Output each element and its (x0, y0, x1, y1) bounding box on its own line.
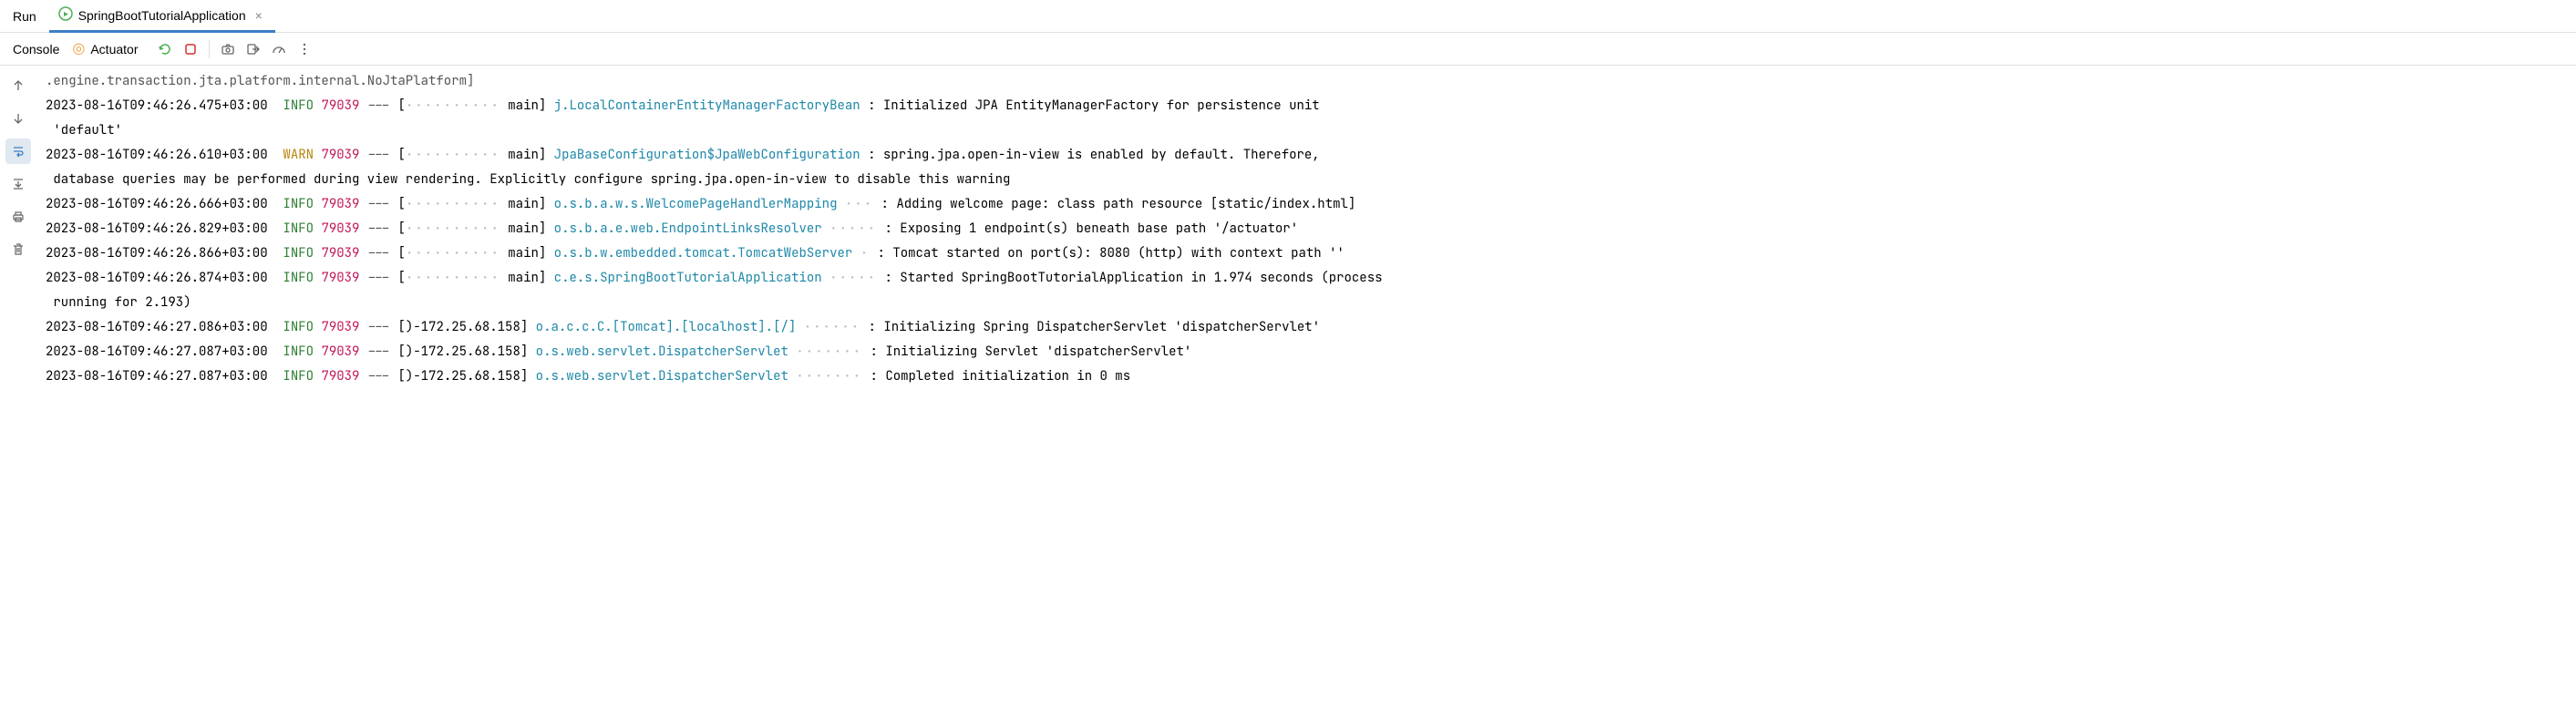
scroll-to-end-icon[interactable] (5, 171, 31, 197)
log-line: database queries may be performed during… (46, 168, 2567, 192)
console-tab[interactable]: Console (13, 42, 59, 56)
separator (209, 40, 210, 58)
stop-icon[interactable] (178, 36, 203, 62)
log-line: 2023-08-16T09:46:27.086+03:00 INFO 79039… (46, 315, 2567, 340)
actuator-icon: ◎ (72, 42, 85, 56)
up-arrow-icon[interactable] (5, 73, 31, 98)
close-icon[interactable]: × (252, 8, 266, 23)
toolbar: Console ◎ Actuator (0, 33, 2576, 66)
soft-wrap-icon[interactable] (5, 138, 31, 164)
log-line: 2023-08-16T09:46:27.087+03:00 INFO 79039… (46, 340, 2567, 364)
spring-boot-icon (58, 6, 73, 24)
run-tool-label: Run (0, 9, 49, 24)
more-icon[interactable] (292, 36, 317, 62)
tab-title: SpringBootTutorialApplication (78, 8, 246, 23)
log-line: running for 2.193) (46, 291, 2567, 315)
log-line: 2023-08-16T09:46:26.866+03:00 INFO 79039… (46, 241, 2567, 266)
print-icon[interactable] (5, 204, 31, 230)
rerun-icon[interactable] (152, 36, 178, 62)
down-arrow-icon[interactable] (5, 106, 31, 131)
log-line: .engine.transaction.jta.platform.interna… (46, 69, 2567, 94)
console-output[interactable]: .engine.transaction.jta.platform.interna… (36, 66, 2576, 393)
log-line: 2023-08-16T09:46:26.610+03:00 WARN 79039… (46, 143, 2567, 168)
log-line: 2023-08-16T09:46:26.666+03:00 INFO 79039… (46, 192, 2567, 217)
top-bar: Run SpringBootTutorialApplication × (0, 0, 2576, 33)
log-line: 2023-08-16T09:46:26.874+03:00 INFO 79039… (46, 266, 2567, 291)
gauge-icon[interactable] (266, 36, 292, 62)
camera-icon[interactable] (215, 36, 241, 62)
run-config-tab[interactable]: SpringBootTutorialApplication × (49, 1, 275, 33)
gutter (0, 66, 36, 393)
actuator-tab[interactable]: ◎ Actuator (72, 42, 138, 56)
actuator-label: Actuator (90, 42, 138, 56)
log-line: 2023-08-16T09:46:26.475+03:00 INFO 79039… (46, 94, 2567, 118)
log-line: 'default' (46, 118, 2567, 143)
trash-icon[interactable] (5, 237, 31, 262)
log-line: 2023-08-16T09:46:27.087+03:00 INFO 79039… (46, 364, 2567, 389)
log-line: 2023-08-16T09:46:26.829+03:00 INFO 79039… (46, 217, 2567, 241)
main-area: .engine.transaction.jta.platform.interna… (0, 66, 2576, 393)
exit-icon[interactable] (241, 36, 266, 62)
